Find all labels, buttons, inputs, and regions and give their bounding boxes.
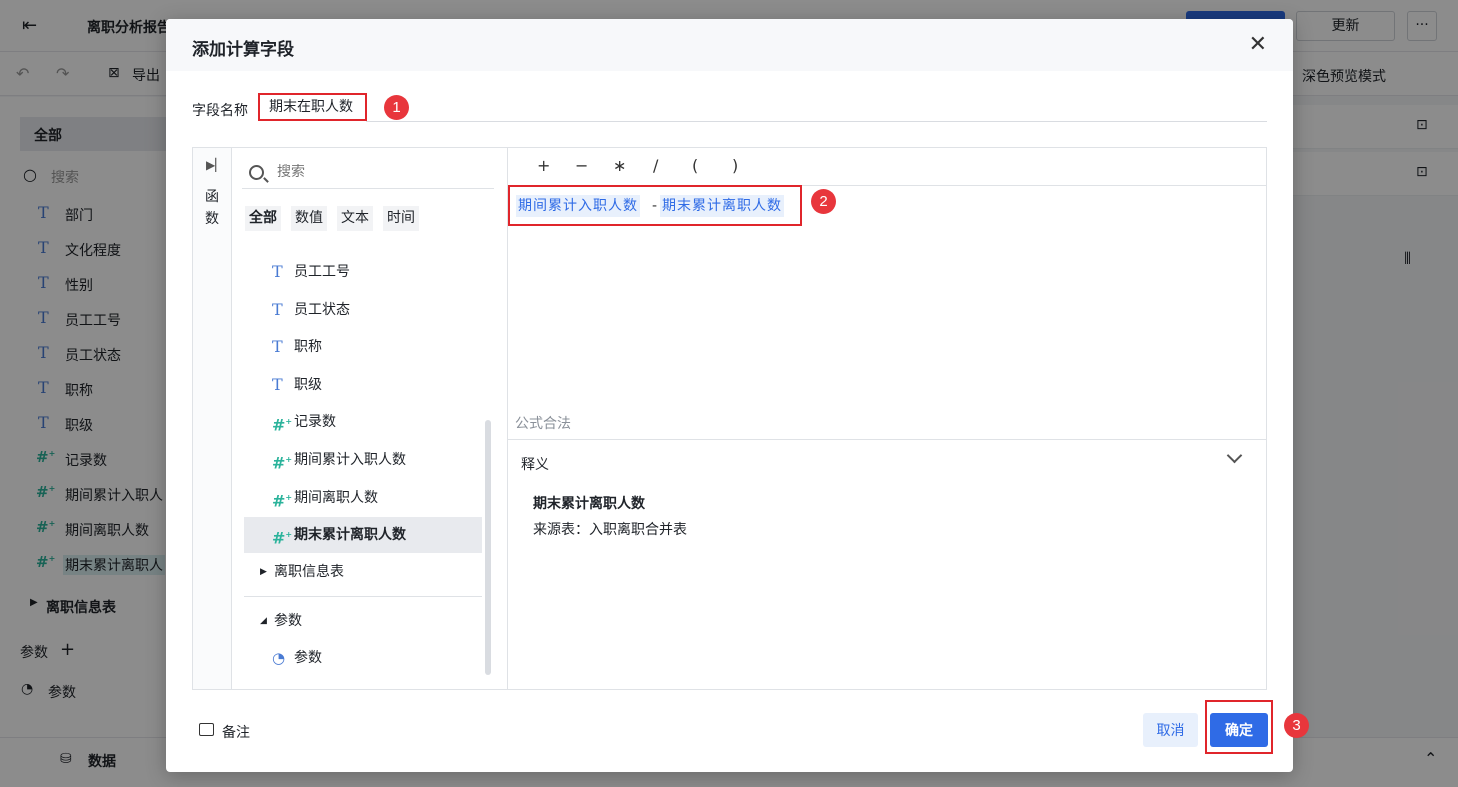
field-list-label: 期间累计入职人数 [294, 452, 406, 468]
step-badge-1: 1 [384, 95, 409, 120]
field-list-label: 职级 [294, 376, 322, 393]
number-type-icon: #+ [272, 528, 293, 548]
function-label[interactable]: 函数 [205, 186, 221, 230]
params-group-label: 参数 [274, 613, 302, 629]
field-name-input[interactable]: 期末在职人数 [258, 93, 367, 121]
description-field-title: 期末累计离职人数 [533, 496, 645, 512]
field-list-label: 期间离职人数 [294, 489, 378, 506]
caret-right-icon: ▶ [260, 567, 267, 577]
param-row[interactable]: ◔ 参数 [244, 640, 482, 676]
caret-down-icon: ◢ [260, 616, 267, 626]
param-clock-icon: ◔ [272, 649, 286, 667]
note-label[interactable]: 备注 [222, 722, 250, 742]
table-group-label: 离职信息表 [274, 564, 344, 580]
plus-operator-button[interactable]: + [537, 156, 550, 175]
formula-token-2[interactable]: 期末累计离职人数 [660, 195, 784, 217]
text-type-icon: T [272, 374, 283, 394]
step-badge-3: 3 [1284, 713, 1309, 738]
formula-workspace: ▶▏ 函数 全部 数值 文本 时间 T员工工号T员工状态T职称T职级#+记录数#… [192, 147, 1267, 690]
params-group-row[interactable]: ◢ 参数 [244, 603, 482, 639]
field-search-input[interactable] [277, 164, 477, 180]
description-source: 来源表：入职离职合并表 [533, 522, 687, 538]
operator-bar: + − ∗ / ( ) [508, 148, 1266, 186]
group-separator [244, 596, 482, 597]
param-label: 参数 [294, 650, 322, 666]
field-list-item[interactable]: #+ 期间累计入职人数 [244, 442, 482, 478]
cancel-button[interactable]: 取消 [1143, 713, 1198, 747]
field-list-item[interactable]: #+ 期间离职人数 [244, 480, 482, 516]
search-icon [249, 165, 264, 180]
comment-icon[interactable] [199, 723, 214, 736]
left-paren-button[interactable]: ( [692, 156, 698, 175]
add-calculated-field-dialog: 添加计算字段 ✕ 字段名称 期末在职人数 1 ▶▏ 函数 全部 数值 文本 时间… [166, 19, 1309, 772]
formula-editor: + − ∗ / ( ) 期间累计入职人数 - 期末累计离职人数 公式合法 释义 … [508, 148, 1266, 689]
description-divider [508, 439, 1266, 440]
filter-tab-time[interactable]: 时间 [383, 206, 419, 231]
close-icon[interactable]: ✕ [1249, 32, 1267, 58]
field-list-label: 员工工号 [294, 264, 350, 280]
field-list-scrollbar[interactable] [485, 420, 491, 675]
formula-valid-status: 公式合法 [515, 416, 571, 432]
field-list-item[interactable]: T 职称 [244, 329, 482, 365]
text-type-icon: T [272, 299, 283, 319]
number-type-icon: #+ [272, 490, 293, 510]
field-list-panel: 全部 数值 文本 时间 T员工工号T员工状态T职称T职级#+记录数#+期间累计入… [232, 148, 508, 689]
field-list-label: 记录数 [294, 414, 336, 431]
right-paren-button[interactable]: ) [732, 156, 738, 175]
field-list-item[interactable]: #+ 记录数 [244, 404, 482, 440]
number-type-icon: #+ [272, 415, 293, 435]
field-list-label: 职称 [294, 339, 322, 356]
formula-operator: - [652, 198, 658, 214]
divide-operator-button[interactable]: / [653, 156, 658, 175]
multiply-operator-button[interactable]: ∗ [613, 156, 626, 175]
function-panel-toggle[interactable]: ▶▏ 函数 [193, 148, 232, 689]
field-name-label: 字段名称 [192, 103, 248, 119]
field-list-label: 期末累计离职人数 [294, 527, 406, 544]
text-type-icon: T [272, 337, 283, 357]
table-group-row[interactable]: ▶ 离职信息表 [244, 554, 482, 590]
ok-button[interactable]: 确定 [1210, 713, 1268, 747]
minus-operator-button[interactable]: − [575, 156, 588, 175]
dialog-title: 添加计算字段 [192, 40, 294, 60]
field-list-item[interactable]: #+ 期末累计离职人数 [244, 517, 482, 554]
chevron-down-icon[interactable] [1226, 447, 1243, 464]
field-list-item[interactable]: T 员工状态 [244, 292, 482, 328]
field-list-item[interactable]: T 职级 [244, 367, 482, 403]
step-badge-2: 2 [811, 189, 836, 214]
filter-tab-number[interactable]: 数值 [291, 206, 327, 231]
field-list-item[interactable]: T 员工工号 [244, 254, 482, 290]
number-type-icon: #+ [272, 453, 293, 473]
search-underline [242, 188, 494, 189]
text-type-icon: T [272, 262, 283, 281]
filter-tab-text[interactable]: 文本 [337, 206, 373, 231]
filter-tab-all[interactable]: 全部 [245, 206, 281, 231]
formula-token-1[interactable]: 期间累计入职人数 [516, 195, 640, 217]
field-name-underline [366, 121, 1267, 122]
expand-arrow-icon[interactable]: ▶▏ [206, 158, 224, 172]
formula-input[interactable]: 期间累计入职人数 - 期末累计离职人数 [508, 185, 802, 226]
dialog-header [166, 19, 1293, 71]
description-header[interactable]: 释义 [521, 454, 549, 474]
field-list-label: 员工状态 [294, 301, 350, 318]
